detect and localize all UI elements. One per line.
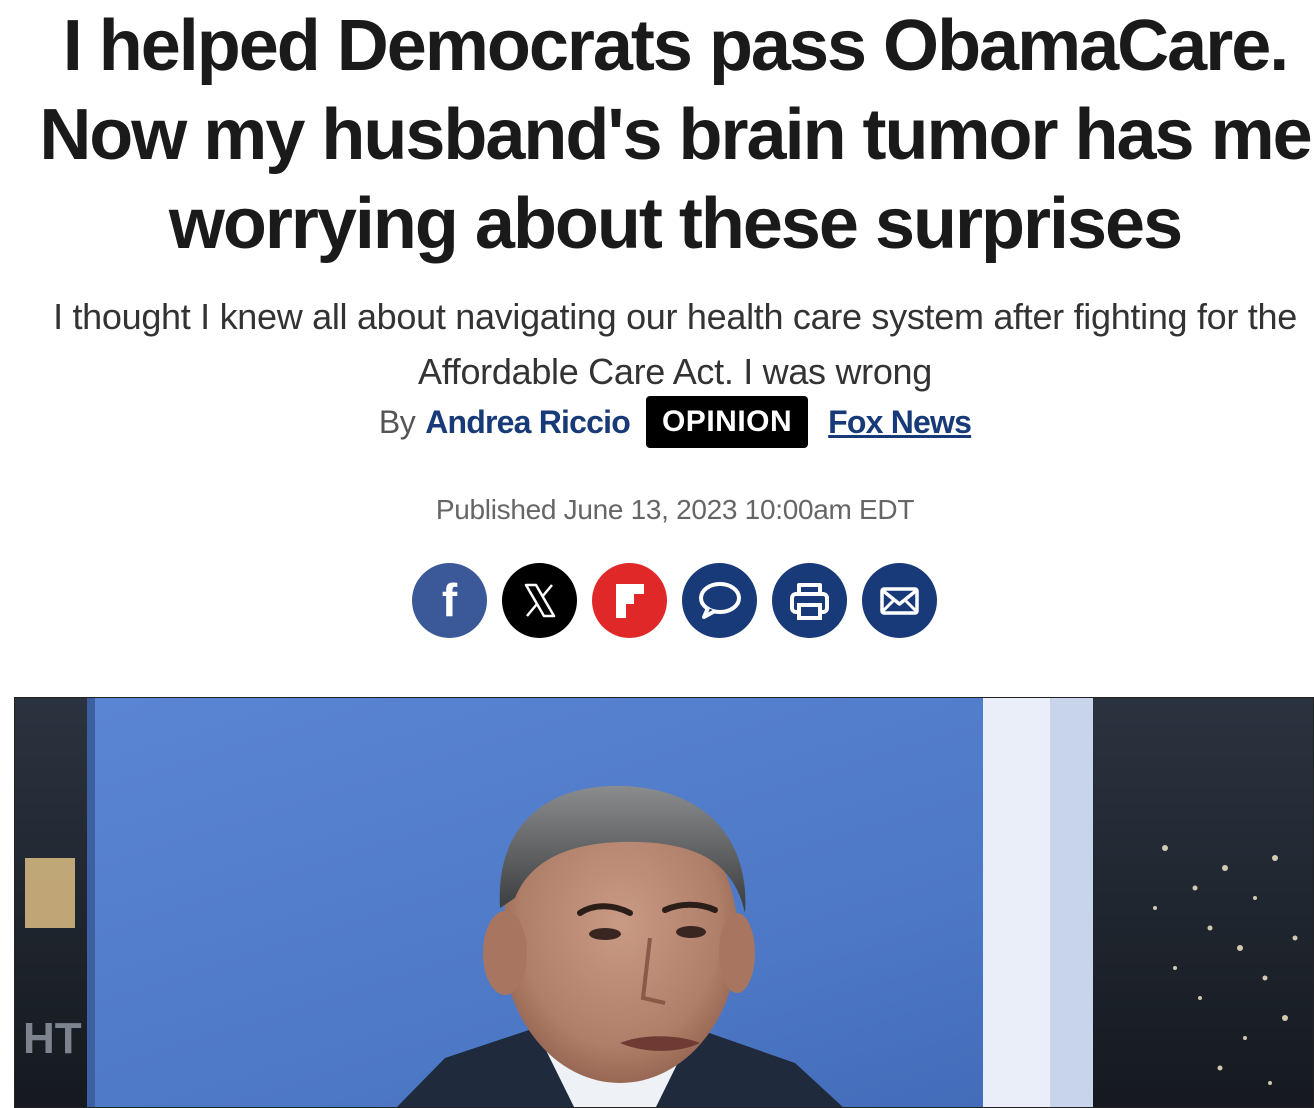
flipboard-icon (616, 584, 644, 618)
print-icon (790, 583, 829, 620)
comment-share-button[interactable] (682, 563, 757, 638)
email-icon (880, 587, 919, 615)
email-share-button[interactable] (862, 563, 937, 638)
author-link[interactable]: Andrea Riccio (425, 404, 631, 441)
x-share-button[interactable] (502, 563, 577, 638)
share-buttons: f (412, 563, 937, 638)
hero-photo: HT (15, 698, 1313, 1107)
outlet-link[interactable]: Fox News (828, 404, 972, 441)
hero-video-image[interactable]: HT (14, 697, 1314, 1108)
hero-watermark: HT (23, 1014, 82, 1063)
x-icon (524, 583, 556, 618)
article-subhead: I thought I knew all about navigating ou… (53, 296, 1297, 392)
published-timestamp: Published June 13, 2023 10:00am EDT (435, 494, 915, 525)
print-share-button[interactable] (772, 563, 847, 638)
byline: By Andrea Riccio OPINION Fox News (0, 396, 1314, 448)
comment-icon (699, 582, 741, 619)
article-page: I helped Democrats pass ObamaCare. Now m… (0, 0, 1314, 1108)
opinion-badge[interactable]: OPINION (645, 396, 809, 448)
facebook-share-button[interactable]: f (412, 563, 487, 638)
svg-text:f: f (442, 574, 458, 626)
facebook-icon: f (442, 574, 458, 626)
article-headline: I helped Democrats pass ObamaCare. Now m… (39, 6, 1312, 264)
byline-by-label: By (378, 403, 416, 440)
flipboard-share-button[interactable] (592, 563, 667, 638)
